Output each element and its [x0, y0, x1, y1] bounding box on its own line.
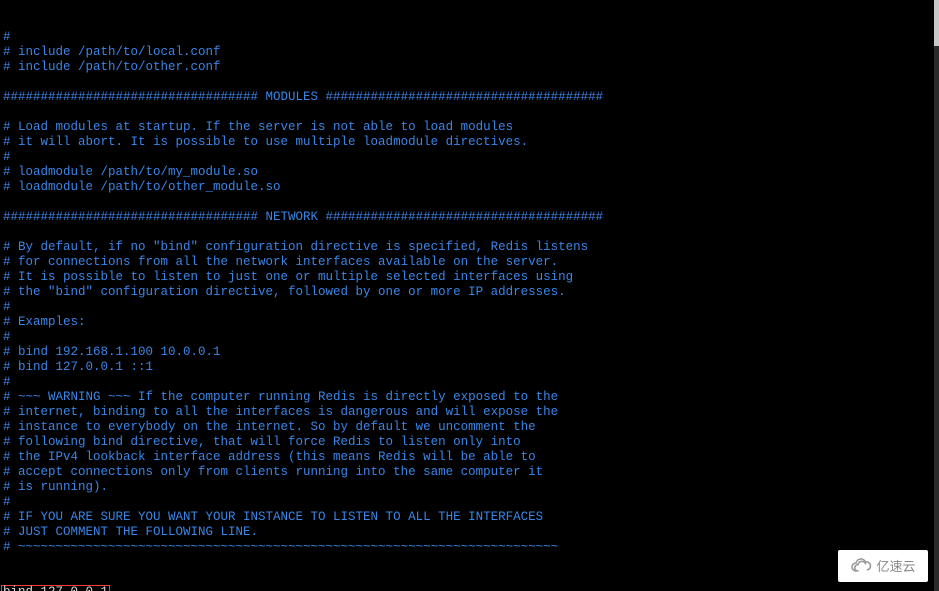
cloud-icon	[850, 558, 872, 574]
comment-line: # following bind directive, that will fo…	[3, 435, 931, 450]
comment-line: # accept connections only from clients r…	[3, 465, 931, 480]
comment-line: # instance to everybody on the internet.…	[3, 420, 931, 435]
comment-line: # ~~~~~~~~~~~~~~~~~~~~~~~~~~~~~~~~~~~~~~…	[3, 540, 931, 555]
comment-line: # include /path/to/other.conf	[3, 60, 931, 75]
config-file-content: ## include /path/to/local.conf# include …	[3, 30, 931, 555]
scrollbar-thumb[interactable]	[934, 0, 939, 46]
watermark-badge: 亿速云	[838, 550, 928, 582]
comment-line: #	[3, 330, 931, 345]
watermark-text: 亿速云	[876, 559, 915, 574]
comment-line: # It is possible to listen to just one o…	[3, 270, 931, 285]
comment-line: # JUST COMMENT THE FOLLOWING LINE.	[3, 525, 931, 540]
comment-line: # Examples:	[3, 315, 931, 330]
comment-line: # include /path/to/local.conf	[3, 45, 931, 60]
comment-line: # the IPv4 lookback interface address (t…	[3, 450, 931, 465]
terminal-viewport[interactable]: ## include /path/to/local.conf# include …	[0, 0, 934, 591]
comment-line: # loadmodule /path/to/other_module.so	[3, 180, 931, 195]
comment-line: #	[3, 300, 931, 315]
comment-line	[3, 225, 931, 240]
comment-line: # is running).	[3, 480, 931, 495]
comment-line: # IF YOU ARE SURE YOU WANT YOUR INSTANCE…	[3, 510, 931, 525]
comment-line: # it will abort. It is possible to use m…	[3, 135, 931, 150]
comment-line	[3, 195, 931, 210]
comment-line: # loadmodule /path/to/my_module.so	[3, 165, 931, 180]
comment-line	[3, 105, 931, 120]
comment-line: # bind 127.0.0.1 ::1	[3, 360, 931, 375]
comment-line	[3, 75, 931, 90]
comment-line: # for connections from all the network i…	[3, 255, 931, 270]
comment-line: # internet, binding to all the interface…	[3, 405, 931, 420]
comment-line: ################################## MODUL…	[3, 90, 931, 105]
comment-line: ################################## NETWO…	[3, 210, 931, 225]
comment-line: # bind 192.168.1.100 10.0.0.1	[3, 345, 931, 360]
comment-line: #	[3, 150, 931, 165]
comment-line: # By default, if no "bind" configuration…	[3, 240, 931, 255]
comment-line: # ~~~ WARNING ~~~ If the computer runnin…	[3, 390, 931, 405]
comment-line: #	[3, 495, 931, 510]
comment-line: # Load modules at startup. If the server…	[3, 120, 931, 135]
bind-highlight: bind 127.0.0.1	[1, 585, 110, 591]
scrollbar-track[interactable]	[934, 0, 939, 591]
comment-line: # the "bind" configuration directive, fo…	[3, 285, 931, 300]
bind-directive-line: bind 127.0.0.1	[3, 585, 931, 591]
comment-line: #	[3, 375, 931, 390]
comment-line: #	[3, 30, 931, 45]
